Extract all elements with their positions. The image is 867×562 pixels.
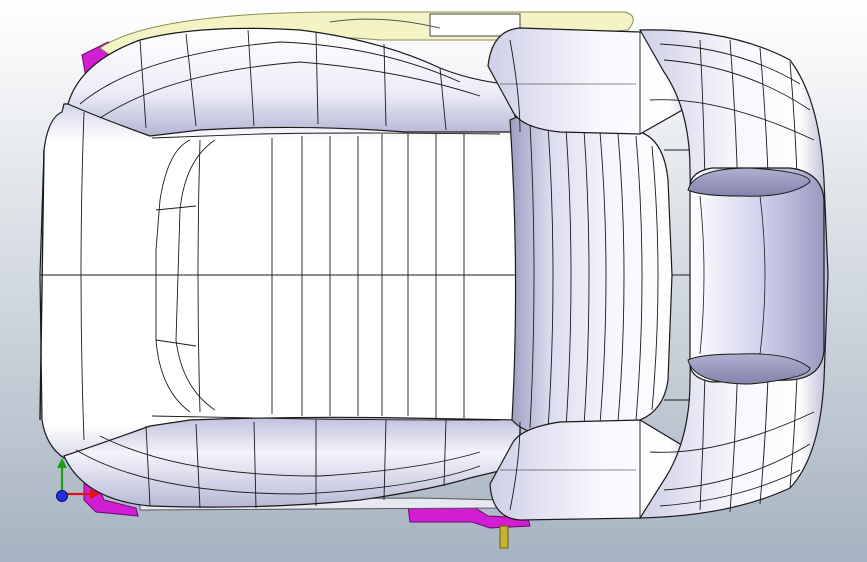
headrest bbox=[687, 167, 825, 385]
cad-viewport[interactable] bbox=[0, 0, 867, 562]
seat-model-canvas[interactable] bbox=[0, 0, 867, 562]
backrest-cushion bbox=[509, 113, 673, 435]
seat-cushion bbox=[39, 27, 521, 508]
adjuster-pin bbox=[499, 525, 509, 549]
